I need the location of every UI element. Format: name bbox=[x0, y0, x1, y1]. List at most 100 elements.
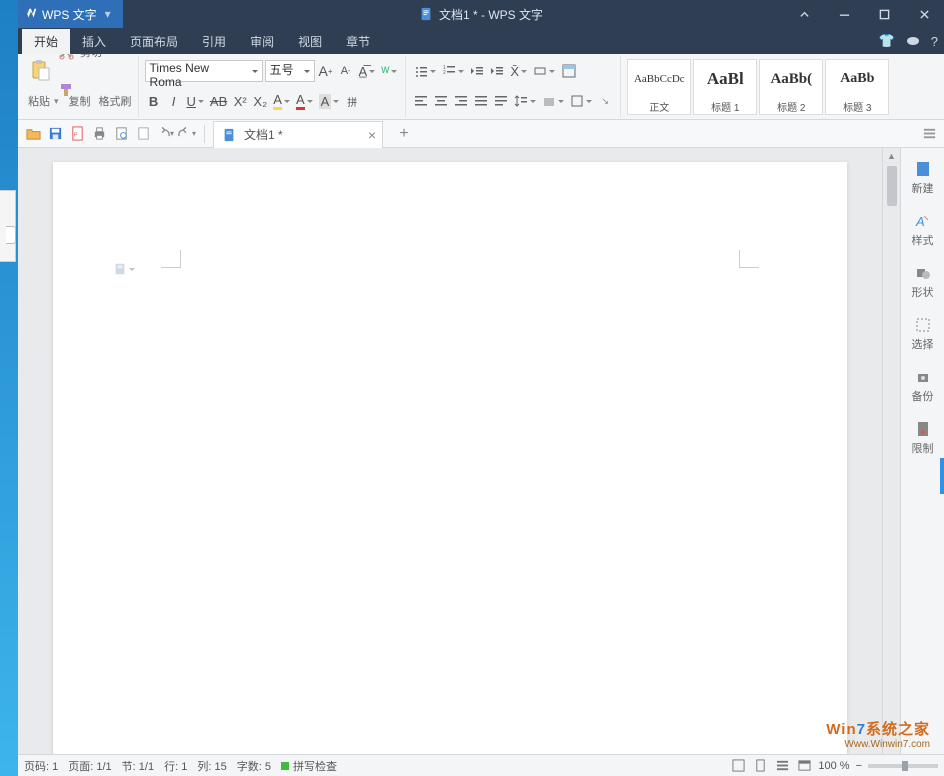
close-tab-icon[interactable]: × bbox=[368, 127, 376, 143]
line-spacing-button[interactable] bbox=[512, 91, 538, 111]
font-color-button[interactable]: A bbox=[294, 91, 315, 111]
styles-icon: A bbox=[914, 212, 932, 230]
sp-shapes[interactable]: 形状 bbox=[901, 260, 944, 304]
titlebar-right-icons: 👕 ? bbox=[879, 33, 938, 49]
app-menu-button[interactable]: WPS 文字 ▾ bbox=[18, 0, 123, 28]
view-print-button[interactable] bbox=[752, 758, 768, 774]
cloud-icon[interactable] bbox=[905, 34, 921, 49]
underline-button[interactable]: U bbox=[185, 91, 206, 111]
bullets-button[interactable] bbox=[412, 61, 438, 81]
sp-restrict[interactable]: 限制 bbox=[901, 416, 944, 460]
copy-button[interactable]: 复制 bbox=[69, 93, 91, 109]
increase-indent-button[interactable] bbox=[488, 61, 506, 81]
export-pdf-button[interactable]: P bbox=[68, 125, 86, 143]
tab-review[interactable]: 审阅 bbox=[238, 29, 286, 54]
char-shading-button[interactable]: A bbox=[317, 91, 342, 111]
scroll-thumb[interactable] bbox=[887, 166, 897, 206]
border-button[interactable] bbox=[559, 61, 579, 81]
align-right-button[interactable] bbox=[452, 91, 470, 111]
highlight-button[interactable]: A bbox=[271, 91, 292, 111]
st-col[interactable]: 列: 15 bbox=[197, 758, 226, 774]
zoom-slider[interactable] bbox=[868, 764, 938, 768]
asian-spacing-button[interactable] bbox=[531, 61, 557, 81]
view-outline-button[interactable] bbox=[774, 758, 790, 774]
phonetic-guide-button[interactable]: 拼 bbox=[343, 91, 361, 111]
decrease-indent-button[interactable] bbox=[468, 61, 486, 81]
skin-icon[interactable]: 👕 bbox=[879, 33, 895, 49]
align-left-button[interactable] bbox=[412, 91, 430, 111]
document-icon bbox=[419, 7, 433, 21]
paste-button[interactable] bbox=[28, 59, 54, 83]
tab-view[interactable]: 视图 bbox=[286, 29, 334, 54]
clear-format-button[interactable]: ᵂ bbox=[379, 61, 399, 81]
print-preview-button[interactable] bbox=[112, 125, 130, 143]
document-viewport[interactable] bbox=[18, 148, 882, 754]
close-button[interactable] bbox=[904, 0, 944, 28]
quick-access-toolbar: P ▾ ▾ 文档1 * × + bbox=[18, 120, 944, 148]
st-page-no[interactable]: 页码: 1 bbox=[24, 758, 58, 774]
borders-button[interactable] bbox=[568, 91, 594, 111]
shrink-font-button[interactable]: A- bbox=[337, 61, 355, 81]
st-row[interactable]: 行: 1 bbox=[164, 758, 187, 774]
print-button[interactable] bbox=[90, 125, 108, 143]
style-normal[interactable]: AaBbCcDc正文 bbox=[627, 59, 691, 115]
superscript-button[interactable]: X² bbox=[231, 91, 249, 111]
tab-insert[interactable]: 插入 bbox=[70, 29, 118, 54]
save-button[interactable] bbox=[46, 125, 64, 143]
tab-page-layout[interactable]: 页面布局 bbox=[118, 29, 190, 54]
tab-sections[interactable]: 章节 bbox=[334, 29, 382, 54]
view-web-button[interactable] bbox=[796, 758, 812, 774]
shading-button[interactable] bbox=[540, 91, 566, 111]
zoom-out-button[interactable]: − bbox=[856, 760, 862, 772]
align-distribute-button[interactable] bbox=[492, 91, 510, 111]
sp-select[interactable]: 选择 bbox=[901, 312, 944, 356]
style-heading-1[interactable]: AaBl标题 1 bbox=[693, 59, 757, 115]
view-fullscreen-button[interactable] bbox=[730, 758, 746, 774]
bold-button[interactable]: B bbox=[145, 91, 163, 111]
wps-logo-icon bbox=[24, 7, 38, 21]
grow-font-button[interactable]: A+ bbox=[317, 61, 335, 81]
vertical-scrollbar[interactable]: ▲ bbox=[882, 148, 900, 754]
sp-backup[interactable]: 备份 bbox=[901, 364, 944, 408]
font-name-select[interactable]: Times New Roma bbox=[145, 60, 263, 82]
paste-label[interactable]: 粘贴 bbox=[28, 93, 50, 109]
zoom-value[interactable]: 100 % bbox=[818, 760, 849, 772]
tab-list-button[interactable] bbox=[920, 125, 938, 143]
paragraph-dialog-button[interactable]: ↘ bbox=[596, 91, 614, 111]
style-heading-2[interactable]: AaBb(标题 2 bbox=[759, 59, 823, 115]
font-size-select[interactable]: 五号 bbox=[265, 60, 315, 82]
spellcheck-status-icon bbox=[281, 762, 289, 770]
subscript-button[interactable]: X₂ bbox=[251, 91, 269, 111]
redo-button[interactable]: ▾ bbox=[178, 125, 196, 143]
change-case-button[interactable]: A̲̅ bbox=[357, 61, 378, 81]
st-section[interactable]: 节: 1/1 bbox=[122, 758, 154, 774]
page-options-button[interactable] bbox=[113, 262, 135, 276]
st-spellcheck[interactable]: 拼写检查 bbox=[281, 758, 337, 774]
open-button[interactable] bbox=[24, 125, 42, 143]
st-page[interactable]: 页面: 1/1 bbox=[68, 758, 111, 774]
format-painter-label[interactable]: 格式刷 bbox=[99, 93, 132, 109]
collapse-ribbon-button[interactable] bbox=[784, 0, 824, 28]
style-heading-3[interactable]: AaBb标题 3 bbox=[825, 59, 889, 115]
sp-active-marker bbox=[940, 458, 944, 494]
sp-styles[interactable]: A样式 bbox=[901, 208, 944, 252]
align-center-button[interactable] bbox=[432, 91, 450, 111]
undo-button[interactable]: ▾ bbox=[156, 125, 174, 143]
minimize-button[interactable] bbox=[824, 0, 864, 28]
scroll-up-icon[interactable]: ▲ bbox=[887, 148, 896, 164]
maximize-button[interactable] bbox=[864, 0, 904, 28]
document-tab[interactable]: 文档1 * × bbox=[213, 121, 383, 148]
help-icon[interactable]: ? bbox=[931, 34, 938, 49]
align-justify-button[interactable] bbox=[472, 91, 490, 111]
tab-home[interactable]: 开始 bbox=[22, 29, 70, 54]
new-blank-button[interactable] bbox=[134, 125, 152, 143]
sp-new[interactable]: 新建 bbox=[901, 156, 944, 200]
new-tab-button[interactable]: + bbox=[391, 121, 417, 147]
numbering-button[interactable]: 12 bbox=[440, 61, 466, 81]
char-scale-button[interactable]: X̄ bbox=[508, 61, 529, 81]
italic-button[interactable]: I bbox=[165, 91, 183, 111]
st-words[interactable]: 字数: 5 bbox=[237, 758, 271, 774]
strikethrough-button[interactable]: AB bbox=[208, 91, 229, 111]
tab-references[interactable]: 引用 bbox=[190, 29, 238, 54]
page[interactable] bbox=[53, 162, 847, 754]
